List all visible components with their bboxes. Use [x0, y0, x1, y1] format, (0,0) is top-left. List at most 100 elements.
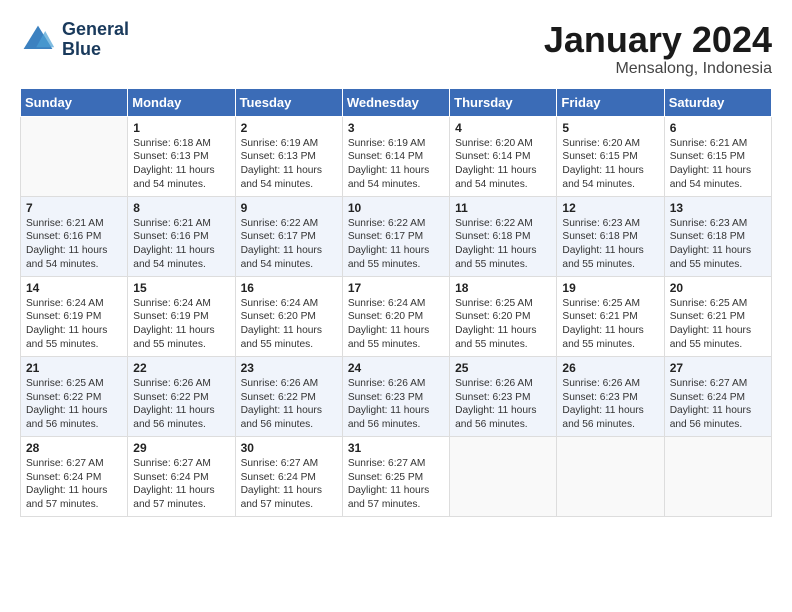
title-area: January 2024 Mensalong, Indonesia: [544, 20, 772, 78]
calendar-cell: 18 Sunrise: 6:25 AM Sunset: 6:20 PM Dayli…: [450, 276, 557, 356]
day-number: 27: [670, 361, 766, 375]
day-number: 31: [348, 441, 444, 455]
calendar-cell: 14 Sunrise: 6:24 AM Sunset: 6:19 PM Dayli…: [21, 276, 128, 356]
calendar-cell: 27 Sunrise: 6:27 AM Sunset: 6:24 PM Dayli…: [664, 356, 771, 436]
calendar-cell: 4Sunrise: 6:20 AM Sunset: 6:14 PM Daylig…: [450, 116, 557, 196]
calendar-cell: 31 Sunrise: 6:27 AM Sunset: 6:25 PM Dayli…: [342, 436, 449, 516]
cell-details: Sunrise: 6:24 AM Sunset: 6:20 PM Dayligh…: [241, 297, 337, 352]
day-number: 14: [26, 281, 122, 295]
day-number: 1: [133, 121, 229, 135]
calendar-cell: 5 Sunrise: 6:20 AM Sunset: 6:15 PM Daylig…: [557, 116, 664, 196]
day-number: 30: [241, 441, 337, 455]
calendar-cell: 9 Sunrise: 6:22 AM Sunset: 6:17 PM Daylig…: [235, 196, 342, 276]
day-number: 16: [241, 281, 337, 295]
logo-text: General Blue: [62, 20, 129, 60]
header-day-monday: Monday: [128, 88, 235, 116]
calendar-cell: 22 Sunrise: 6:26 AM Sunset: 6:22 PM Dayli…: [128, 356, 235, 436]
calendar-header-row: SundayMondayTuesdayWednesdayThursdayFrid…: [21, 88, 772, 116]
cell-details: Sunrise: 6:18 AM Sunset: 6:13 PM Dayligh…: [133, 137, 229, 192]
calendar-cell: 28Sunrise: 6:27 AM Sunset: 6:24 PM Dayli…: [21, 436, 128, 516]
cell-details: Sunrise: 6:21 AM Sunset: 6:16 PM Dayligh…: [26, 217, 122, 272]
day-number: 10: [348, 201, 444, 215]
calendar-week-row: 14 Sunrise: 6:24 AM Sunset: 6:19 PM Dayli…: [21, 276, 772, 356]
day-number: 3: [348, 121, 444, 135]
logo-line1: General: [62, 20, 129, 40]
calendar-cell: 21 Sunrise: 6:25 AM Sunset: 6:22 PM Dayli…: [21, 356, 128, 436]
cell-details: Sunrise: 6:27 AM Sunset: 6:24 PM Dayligh…: [670, 377, 766, 432]
calendar-cell: 11 Sunrise: 6:22 AM Sunset: 6:18 PM Dayli…: [450, 196, 557, 276]
calendar-cell: 19Sunrise: 6:25 AM Sunset: 6:21 PM Dayli…: [557, 276, 664, 356]
day-number: 2: [241, 121, 337, 135]
header-day-sunday: Sunday: [21, 88, 128, 116]
calendar-cell: 26 Sunrise: 6:26 AM Sunset: 6:23 PM Dayli…: [557, 356, 664, 436]
logo-line2: Blue: [62, 40, 129, 60]
cell-details: Sunrise: 6:24 AM Sunset: 6:20 PM Dayligh…: [348, 297, 444, 352]
day-number: 20: [670, 281, 766, 295]
cell-details: Sunrise: 6:22 AM Sunset: 6:17 PM Dayligh…: [348, 217, 444, 272]
calendar-cell: 12Sunrise: 6:23 AM Sunset: 6:18 PM Dayli…: [557, 196, 664, 276]
day-number: 5: [562, 121, 658, 135]
cell-details: Sunrise: 6:19 AM Sunset: 6:14 PM Dayligh…: [348, 137, 444, 192]
calendar-cell: 16 Sunrise: 6:24 AM Sunset: 6:20 PM Dayli…: [235, 276, 342, 356]
calendar-cell: 13 Sunrise: 6:23 AM Sunset: 6:18 PM Dayli…: [664, 196, 771, 276]
day-number: 19: [562, 281, 658, 295]
month-title: January 2024: [544, 20, 772, 60]
calendar-cell: 20 Sunrise: 6:25 AM Sunset: 6:21 PM Dayli…: [664, 276, 771, 356]
page-header: General Blue January 2024 Mensalong, Ind…: [20, 20, 772, 78]
cell-details: Sunrise: 6:22 AM Sunset: 6:18 PM Dayligh…: [455, 217, 551, 272]
day-number: 11: [455, 201, 551, 215]
cell-details: Sunrise: 6:23 AM Sunset: 6:18 PM Dayligh…: [562, 217, 658, 272]
calendar-cell: 17 Sunrise: 6:24 AM Sunset: 6:20 PM Dayli…: [342, 276, 449, 356]
cell-details: Sunrise: 6:27 AM Sunset: 6:24 PM Dayligh…: [133, 457, 229, 512]
cell-details: Sunrise: 6:25 AM Sunset: 6:21 PM Dayligh…: [670, 297, 766, 352]
day-number: 9: [241, 201, 337, 215]
cell-details: Sunrise: 6:26 AM Sunset: 6:22 PM Dayligh…: [133, 377, 229, 432]
day-number: 18: [455, 281, 551, 295]
day-number: 29: [133, 441, 229, 455]
header-day-tuesday: Tuesday: [235, 88, 342, 116]
cell-details: Sunrise: 6:21 AM Sunset: 6:16 PM Dayligh…: [133, 217, 229, 272]
calendar-cell: [557, 436, 664, 516]
cell-details: Sunrise: 6:20 AM Sunset: 6:15 PM Dayligh…: [562, 137, 658, 192]
calendar-cell: 6Sunrise: 6:21 AM Sunset: 6:15 PM Daylig…: [664, 116, 771, 196]
cell-details: Sunrise: 6:27 AM Sunset: 6:25 PM Dayligh…: [348, 457, 444, 512]
calendar-cell: 2Sunrise: 6:19 AM Sunset: 6:13 PM Daylig…: [235, 116, 342, 196]
day-number: 24: [348, 361, 444, 375]
day-number: 26: [562, 361, 658, 375]
day-number: 7: [26, 201, 122, 215]
location: Mensalong, Indonesia: [544, 60, 772, 78]
cell-details: Sunrise: 6:24 AM Sunset: 6:19 PM Dayligh…: [133, 297, 229, 352]
day-number: 17: [348, 281, 444, 295]
cell-details: Sunrise: 6:26 AM Sunset: 6:22 PM Dayligh…: [241, 377, 337, 432]
day-number: 13: [670, 201, 766, 215]
calendar-cell: 1 Sunrise: 6:18 AM Sunset: 6:13 PM Daylig…: [128, 116, 235, 196]
calendar-cell: 15 Sunrise: 6:24 AM Sunset: 6:19 PM Dayli…: [128, 276, 235, 356]
cell-details: Sunrise: 6:23 AM Sunset: 6:18 PM Dayligh…: [670, 217, 766, 272]
cell-details: Sunrise: 6:25 AM Sunset: 6:22 PM Dayligh…: [26, 377, 122, 432]
day-number: 15: [133, 281, 229, 295]
calendar-cell: 30 Sunrise: 6:27 AM Sunset: 6:24 PM Dayli…: [235, 436, 342, 516]
calendar-table: SundayMondayTuesdayWednesdayThursdayFrid…: [20, 88, 772, 517]
cell-details: Sunrise: 6:25 AM Sunset: 6:20 PM Dayligh…: [455, 297, 551, 352]
calendar-week-row: 28 Sunrise: 6:27 AM Sunset: 6:24 PM Dayli…: [21, 436, 772, 516]
cell-details: Sunrise: 6:22 AM Sunset: 6:17 PM Dayligh…: [241, 217, 337, 272]
calendar-cell: 25Sunrise: 6:26 AM Sunset: 6:23 PM Dayli…: [450, 356, 557, 436]
cell-details: Sunrise: 6:24 AM Sunset: 6:19 PM Dayligh…: [26, 297, 122, 352]
calendar-week-row: 7 Sunrise: 6:21 AM Sunset: 6:16 PM Daylig…: [21, 196, 772, 276]
day-number: 21: [26, 361, 122, 375]
day-number: 22: [133, 361, 229, 375]
calendar-cell: 7 Sunrise: 6:21 AM Sunset: 6:16 PM Daylig…: [21, 196, 128, 276]
day-number: 28: [26, 441, 122, 455]
header-day-saturday: Saturday: [664, 88, 771, 116]
cell-details: Sunrise: 6:26 AM Sunset: 6:23 PM Dayligh…: [455, 377, 551, 432]
cell-details: Sunrise: 6:26 AM Sunset: 6:23 PM Dayligh…: [562, 377, 658, 432]
calendar-week-row: 21 Sunrise: 6:25 AM Sunset: 6:22 PM Dayli…: [21, 356, 772, 436]
calendar-cell: 3 Sunrise: 6:19 AM Sunset: 6:14 PM Daylig…: [342, 116, 449, 196]
logo-icon: [20, 22, 56, 58]
day-number: 8: [133, 201, 229, 215]
logo: General Blue: [20, 20, 129, 60]
cell-details: Sunrise: 6:20 AM Sunset: 6:14 PM Dayligh…: [455, 137, 551, 192]
header-day-thursday: Thursday: [450, 88, 557, 116]
calendar-cell: 24Sunrise: 6:26 AM Sunset: 6:23 PM Dayli…: [342, 356, 449, 436]
cell-details: Sunrise: 6:27 AM Sunset: 6:24 PM Dayligh…: [241, 457, 337, 512]
